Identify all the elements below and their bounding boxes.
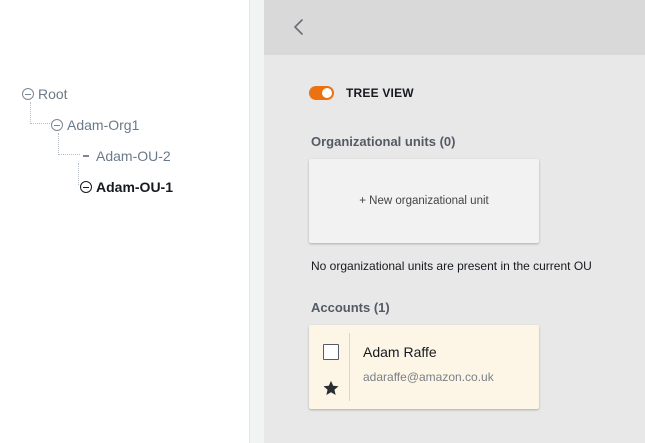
tree-node-adam-ou-1[interactable]: Adam-OU-1 [80,178,173,196]
accounts-heading: Accounts (1) [311,300,390,315]
panel-gutter [250,0,264,443]
account-name: Adam Raffe [363,344,437,360]
tree-node-label: Adam-Org1 [67,117,140,133]
collapse-icon [80,181,92,193]
empty-ou-message: No organizational units are present in t… [311,259,592,273]
new-ou-button[interactable]: + New organizational unit [309,159,539,243]
tree-node-root[interactable]: Root [22,85,68,103]
account-card[interactable]: Adam Raffe adaraffe@amazon.co.uk [309,325,539,409]
tree-node-adam-org1[interactable]: Adam-Org1 [51,116,139,134]
leaf-dash-icon [83,155,89,157]
detail-topbar [264,0,645,55]
tree-node-adam-ou-2[interactable]: Adam-OU-2 [80,147,171,165]
account-email: adaraffe@amazon.co.uk [363,370,494,384]
tree-view-toggle[interactable] [309,86,334,100]
tree-node-label: Adam-OU-2 [96,148,171,164]
tree-view-toggle-row: TREE VIEW [309,86,414,100]
tree-view-label: TREE VIEW [346,86,414,100]
collapse-icon [22,88,34,100]
account-checkbox[interactable] [323,344,339,360]
tree-connector [58,133,80,155]
tree-connector [30,102,50,124]
card-divider [349,333,350,401]
tree-connector [78,163,79,185]
chevron-left-icon[interactable] [290,17,308,37]
tree-node-label: Adam-OU-1 [96,179,174,195]
detail-panel: TREE VIEW Organizational units (0) + New… [264,0,645,443]
new-ou-label: + New organizational unit [359,195,489,207]
org-units-heading: Organizational units (0) [311,134,456,149]
tree-node-label: Root [38,86,68,102]
star-icon[interactable] [322,379,340,397]
toggle-knob [322,88,332,98]
collapse-icon [51,119,63,131]
ou-tree-panel: Root Adam-Org1 Adam-OU-2 Adam-OU-1 [0,0,250,443]
